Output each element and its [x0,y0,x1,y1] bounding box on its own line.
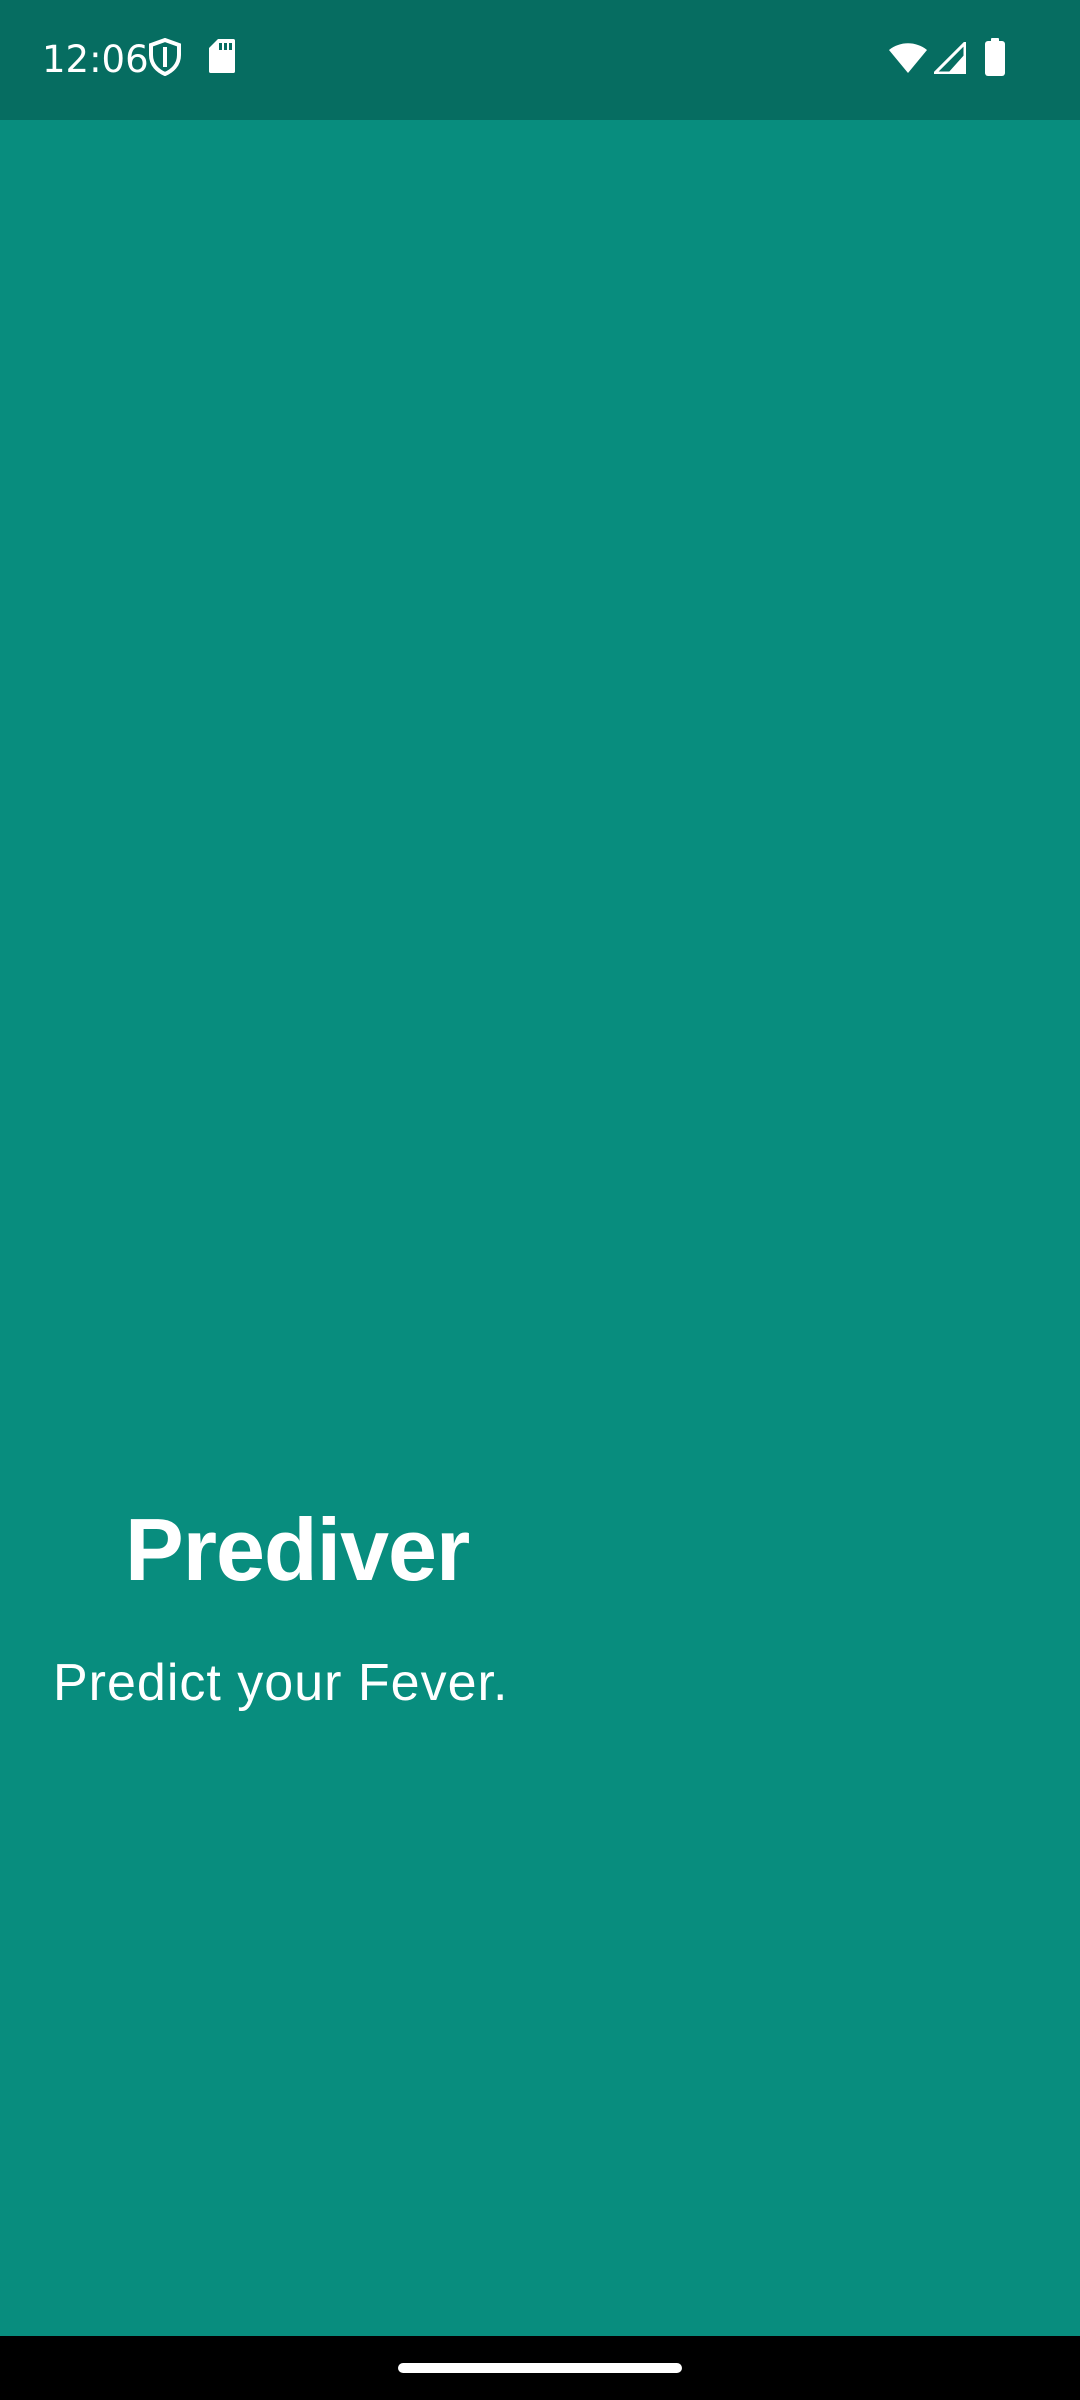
splash-content [0,120,1080,2336]
battery-icon [985,38,1005,76]
app-subtitle: Predict your Fever. [53,1654,509,1712]
status-time: 12:06 [42,38,149,81]
cellular-signal-icon [934,42,966,74]
splash-screen: 12:06 Prediver Predict your Fever. [0,0,1080,2400]
shield-icon [149,38,181,76]
home-gesture-handle[interactable] [398,2363,682,2373]
sd-card-icon [209,39,235,73]
wifi-icon [889,43,927,73]
app-title: Prediver [125,1500,470,1599]
status-bar: 12:06 [0,0,1080,120]
